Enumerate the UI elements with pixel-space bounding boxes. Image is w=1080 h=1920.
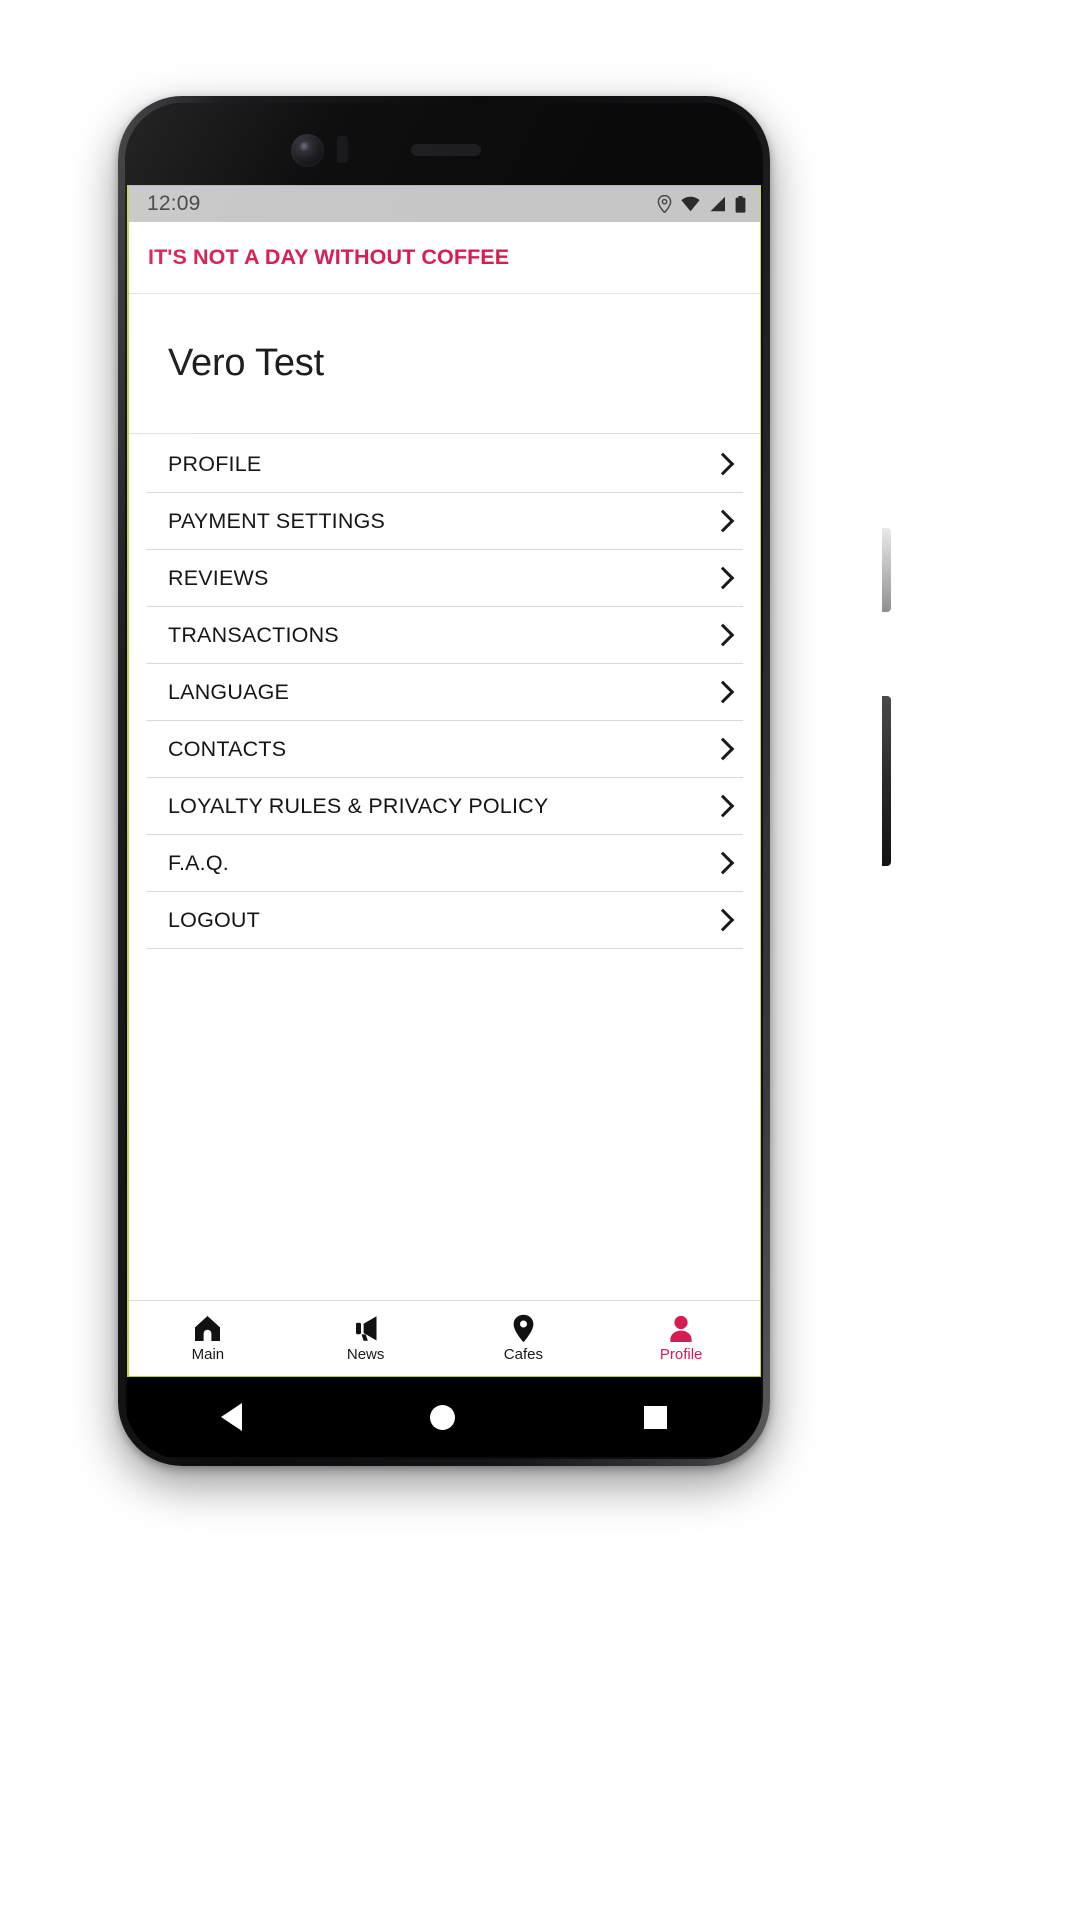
- app-header: IT'S NOT A DAY WITHOUT COFFEE: [129, 222, 760, 294]
- menu-item-label: LANGUAGE: [168, 680, 290, 704]
- tab-news[interactable]: News: [287, 1301, 445, 1376]
- proximity-sensor-icon: [337, 136, 348, 163]
- volume-button[interactable]: [882, 528, 891, 612]
- menu-item-contacts[interactable]: CONTACTS: [129, 721, 760, 778]
- screenshot-root: 12:09 IT'S NOT A DAY WITHOUT COFFEE Vero…: [0, 0, 1080, 1920]
- back-button[interactable]: [221, 1403, 243, 1431]
- chevron-right-icon: [714, 794, 730, 820]
- menu-item-label: PROFILE: [168, 452, 262, 476]
- menu-item-label: LOGOUT: [168, 908, 260, 932]
- user-header: Vero Test: [129, 294, 760, 434]
- menu-item-transactions[interactable]: TRANSACTIONS: [129, 607, 760, 664]
- menu-item-label: CONTACTS: [168, 737, 287, 761]
- menu-item-payment-settings[interactable]: PAYMENT SETTINGS: [129, 493, 760, 550]
- menu-item-language[interactable]: LANGUAGE: [129, 664, 760, 721]
- person-icon: [668, 1314, 694, 1343]
- recents-button[interactable]: [643, 1405, 667, 1429]
- user-name: Vero Test: [168, 342, 324, 384]
- menu-item-reviews[interactable]: REVIEWS: [129, 550, 760, 607]
- front-camera-icon: [291, 134, 324, 167]
- power-button[interactable]: [882, 696, 891, 866]
- phone-top-bezel: [125, 103, 763, 185]
- android-navigation-bar: [127, 1377, 761, 1457]
- menu-item-loyalty-rules-privacy-policy[interactable]: LOYALTY RULES & PRIVACY POLICY: [129, 778, 760, 835]
- menu-item-logout[interactable]: LOGOUT: [129, 892, 760, 949]
- tab-main[interactable]: Main: [129, 1301, 287, 1376]
- bottom-tab-bar: Main News Cafes Profile: [129, 1300, 760, 1376]
- menu-item-faq[interactable]: F.A.Q.: [129, 835, 760, 892]
- status-bar-icons: [657, 195, 746, 213]
- wifi-icon: [681, 196, 700, 212]
- chevron-right-icon: [714, 623, 730, 649]
- battery-icon: [735, 195, 746, 213]
- chevron-right-icon: [714, 908, 730, 934]
- chevron-right-icon: [714, 566, 730, 592]
- chevron-right-icon: [714, 680, 730, 706]
- menu-item-label: TRANSACTIONS: [168, 623, 339, 647]
- menu-item-label: LOYALTY RULES & PRIVACY POLICY: [168, 794, 549, 818]
- menu-item-label: REVIEWS: [168, 566, 269, 590]
- profile-menu-list: PROFILE PAYMENT SETTINGS REVIEWS TRANSAC…: [129, 434, 760, 949]
- map-pin-icon: [512, 1314, 535, 1343]
- phone-inner-bezel: 12:09 IT'S NOT A DAY WITHOUT COFFEE Vero…: [125, 103, 763, 1459]
- tab-label: Profile: [659, 1346, 703, 1363]
- status-bar: 12:09: [129, 186, 760, 222]
- chevron-right-icon: [714, 737, 730, 763]
- tab-cafes[interactable]: Cafes: [445, 1301, 603, 1376]
- home-icon: [193, 1314, 222, 1343]
- location-icon: [657, 195, 672, 213]
- megaphone-icon: [352, 1314, 380, 1343]
- tab-profile[interactable]: Profile: [602, 1301, 760, 1376]
- chevron-right-icon: [714, 509, 730, 535]
- status-bar-clock: 12:09: [147, 192, 201, 215]
- menu-item-profile[interactable]: PROFILE: [129, 436, 760, 493]
- tab-label: Cafes: [503, 1346, 543, 1363]
- menu-item-label: F.A.Q.: [168, 851, 229, 875]
- phone-screen: 12:09 IT'S NOT A DAY WITHOUT COFFEE Vero…: [127, 185, 761, 1377]
- home-button[interactable]: [430, 1404, 456, 1430]
- signal-icon: [709, 196, 726, 212]
- phone-device-frame: 12:09 IT'S NOT A DAY WITHOUT COFFEE Vero…: [118, 96, 891, 1466]
- chevron-right-icon: [714, 452, 730, 478]
- menu-item-label: PAYMENT SETTINGS: [168, 509, 386, 533]
- earpiece-speaker-icon: [411, 144, 481, 156]
- tab-label: Main: [191, 1346, 225, 1363]
- app-title: IT'S NOT A DAY WITHOUT COFFEE: [148, 245, 510, 269]
- tab-label: News: [346, 1346, 385, 1363]
- chevron-right-icon: [714, 851, 730, 877]
